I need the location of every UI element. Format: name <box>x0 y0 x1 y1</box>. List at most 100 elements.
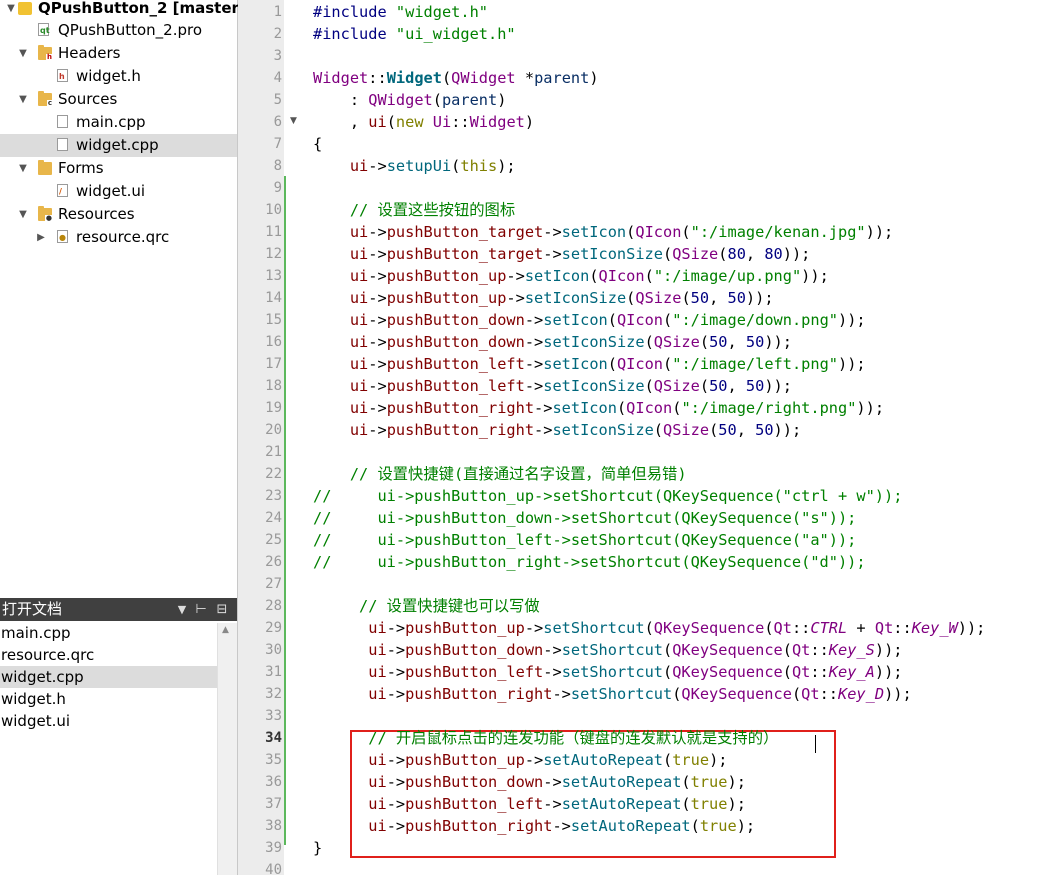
line-number: 28 <box>265 598 282 614</box>
source-file-icon <box>57 115 68 128</box>
code-editor[interactable]: ▼ 1 #include "widget.h" 2 #include "ui_widg… <box>238 0 1045 878</box>
code-line[interactable]: } <box>313 837 322 859</box>
project-icon <box>18 2 32 15</box>
header-file-icon: h <box>57 69 68 82</box>
code-line[interactable]: ui->pushButton_target->setIcon(QIcon(":/… <box>313 221 893 243</box>
code-line[interactable]: ui->pushButton_up->setShortcut(QKeySeque… <box>313 617 985 639</box>
code-line[interactable]: ui->pushButton_down->setIconSize(QSize(5… <box>313 331 792 353</box>
code-line[interactable]: ui->pushButton_left->setIcon(QIcon(":/im… <box>313 353 866 375</box>
code-line[interactable]: ui->pushButton_left->setAutoRepeat(true)… <box>313 793 746 815</box>
dropdown-icon[interactable]: ▼ <box>176 598 188 621</box>
resource-file-icon: ● <box>57 230 68 243</box>
code-line[interactable]: // ui->pushButton_left->setShortcut(QKey… <box>313 529 856 551</box>
collapse-arrow-icon[interactable]: ▼ <box>6 0 16 20</box>
line-number: 40 <box>265 862 282 878</box>
project-root-label: QPushButton_2 [master] <box>38 0 246 17</box>
fold-marker-icon[interactable]: ▼ <box>290 110 297 132</box>
source-file-icon <box>57 138 68 151</box>
code-line[interactable]: // ui->pushButton_up->setShortcut(QKeySe… <box>313 485 902 507</box>
code-line[interactable]: ui->pushButton_left->setShortcut(QKeySeq… <box>313 661 902 683</box>
code-line[interactable]: ui->pushButton_down->setIcon(QIcon(":/im… <box>313 309 866 331</box>
code-line[interactable]: { <box>313 133 322 155</box>
expand-arrow-icon[interactable]: ▶ <box>36 226 46 249</box>
line-number: 13 <box>265 268 282 284</box>
code-line[interactable]: // ui->pushButton_down->setShortcut(QKey… <box>313 507 856 529</box>
code-line[interactable]: // 设置这些按钮的图标 <box>313 199 515 221</box>
code-line[interactable]: ui->pushButton_right->setAutoRepeat(true… <box>313 815 755 837</box>
code-line[interactable]: ui->pushButton_target->setIconSize(QSize… <box>313 243 811 265</box>
code-line[interactable]: ui->pushButton_down->setShortcut(QKeySeq… <box>313 639 902 661</box>
open-doc-item[interactable]: widget.ui <box>0 710 217 732</box>
code-line[interactable]: Widget::Widget(QWidget *parent) <box>313 67 599 89</box>
tree-item-label: QPushButton_2.pro <box>58 21 203 39</box>
scroll-up-icon[interactable]: ▲ <box>222 625 229 635</box>
collapse-arrow-icon[interactable]: ▼ <box>18 157 28 180</box>
code-line[interactable]: ui->pushButton_left->setIconSize(QSize(5… <box>313 375 792 397</box>
tree-item-label: main.cpp <box>76 113 146 131</box>
collapse-arrow-icon[interactable]: ▼ <box>18 88 28 111</box>
line-number: 8 <box>273 158 282 174</box>
tree-item-label: Resources <box>58 205 135 223</box>
folder-icon: h <box>38 45 53 61</box>
line-number: 36 <box>265 774 282 790</box>
code-line[interactable]: #include "widget.h" <box>313 1 488 23</box>
code-line[interactable]: ui->pushButton_up->setIconSize(QSize(50,… <box>313 287 774 309</box>
code-line[interactable]: ui->pushButton_right->setIcon(QIcon(":/i… <box>313 397 884 419</box>
tree-item-label: widget.h <box>76 67 141 85</box>
folder-lock-icon: ● <box>38 206 53 222</box>
tree-root[interactable]: ▼ QPushButton_2 [master] <box>0 0 246 20</box>
line-number: 6 <box>273 114 282 130</box>
tree-item-widget-h[interactable]: h widget.h <box>0 65 237 88</box>
change-marker-bar <box>284 176 286 845</box>
line-number: 16 <box>265 334 282 350</box>
code-line[interactable]: , ui(new Ui::Widget) <box>313 111 534 133</box>
line-number: 30 <box>265 642 282 658</box>
open-doc-item[interactable]: resource.qrc <box>0 644 217 666</box>
tree-item-label: widget.cpp <box>76 136 159 154</box>
line-number: 27 <box>265 576 282 592</box>
close-panel-icon[interactable]: ⊟ <box>214 598 230 621</box>
open-doc-item[interactable]: main.cpp <box>0 622 217 644</box>
line-number: 18 <box>265 378 282 394</box>
tree-item-widget-ui[interactable]: / widget.ui <box>0 180 237 203</box>
folder-icon <box>38 160 52 175</box>
line-number: 34 <box>265 730 282 746</box>
line-number: 23 <box>265 488 282 504</box>
code-line[interactable]: // 设置快捷键也可以写做 <box>313 595 540 617</box>
line-number: 4 <box>273 70 282 86</box>
code-line[interactable]: : QWidget(parent) <box>313 89 507 111</box>
tree-item-headers[interactable]: ▼ h Headers <box>0 42 237 65</box>
code-line[interactable]: ui->pushButton_down->setAutoRepeat(true)… <box>313 771 746 793</box>
code-line[interactable]: // ui->pushButton_right->setShortcut(QKe… <box>313 551 866 573</box>
line-number: 15 <box>265 312 282 328</box>
tree-item-forms[interactable]: ▼ Forms <box>0 157 237 180</box>
split-icon[interactable]: ⊢ <box>193 598 209 621</box>
line-number: 5 <box>273 92 282 108</box>
line-number: 24 <box>265 510 282 526</box>
code-line[interactable]: ui->pushButton_up->setIcon(QIcon(":/imag… <box>313 265 829 287</box>
line-number: 11 <box>265 224 282 240</box>
code-line[interactable]: ui->pushButton_up->setAutoRepeat(true); <box>313 749 727 771</box>
open-documents-scrollbar[interactable]: ▲ <box>217 623 237 875</box>
form-file-icon: / <box>57 184 68 197</box>
line-number: 20 <box>265 422 282 438</box>
code-line[interactable]: // 开启鼠标点击的连发功能（键盘的连发默认就是支持的） <box>313 727 778 749</box>
tree-item-widget-cpp[interactable]: widget.cpp <box>0 134 237 157</box>
collapse-arrow-icon[interactable]: ▼ <box>18 42 28 65</box>
collapse-arrow-icon[interactable]: ▼ <box>18 203 28 226</box>
tree-item-pro-file[interactable]: qt QPushButton_2.pro <box>0 19 237 42</box>
code-line[interactable]: ui->pushButton_right->setShortcut(QKeySe… <box>313 683 911 705</box>
tree-item-label: Sources <box>58 90 118 108</box>
code-line[interactable]: // 设置快捷键(直接通过名字设置，简单但易错) <box>313 463 687 485</box>
open-doc-item[interactable]: widget.h <box>0 688 217 710</box>
open-doc-item[interactable]: widget.cpp <box>0 666 217 688</box>
tree-item-resource-qrc[interactable]: ▶ ● resource.qrc <box>0 226 237 249</box>
tree-item-sources[interactable]: ▼ c Sources <box>0 88 237 111</box>
code-line[interactable]: ui->setupUi(this); <box>313 155 516 177</box>
line-number: 2 <box>273 26 282 42</box>
code-line[interactable]: #include "ui_widget.h" <box>313 23 516 45</box>
line-number: 3 <box>273 48 282 64</box>
tree-item-resources[interactable]: ▼ ● Resources <box>0 203 237 226</box>
code-line[interactable]: ui->pushButton_right->setIconSize(QSize(… <box>313 419 801 441</box>
tree-item-main-cpp[interactable]: main.cpp <box>0 111 237 134</box>
